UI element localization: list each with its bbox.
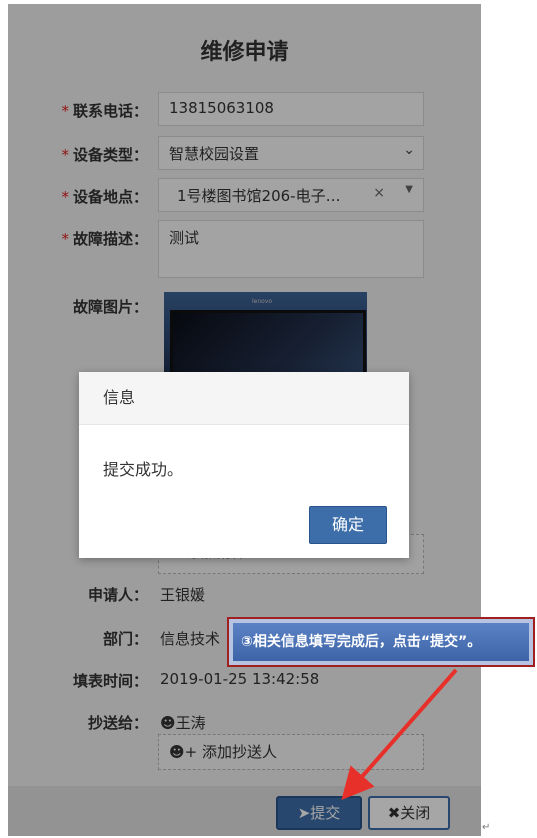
annotation-arrow [341,668,458,801]
arrow-line [341,668,458,801]
paragraph-mark-icon: ↵ [482,822,491,833]
